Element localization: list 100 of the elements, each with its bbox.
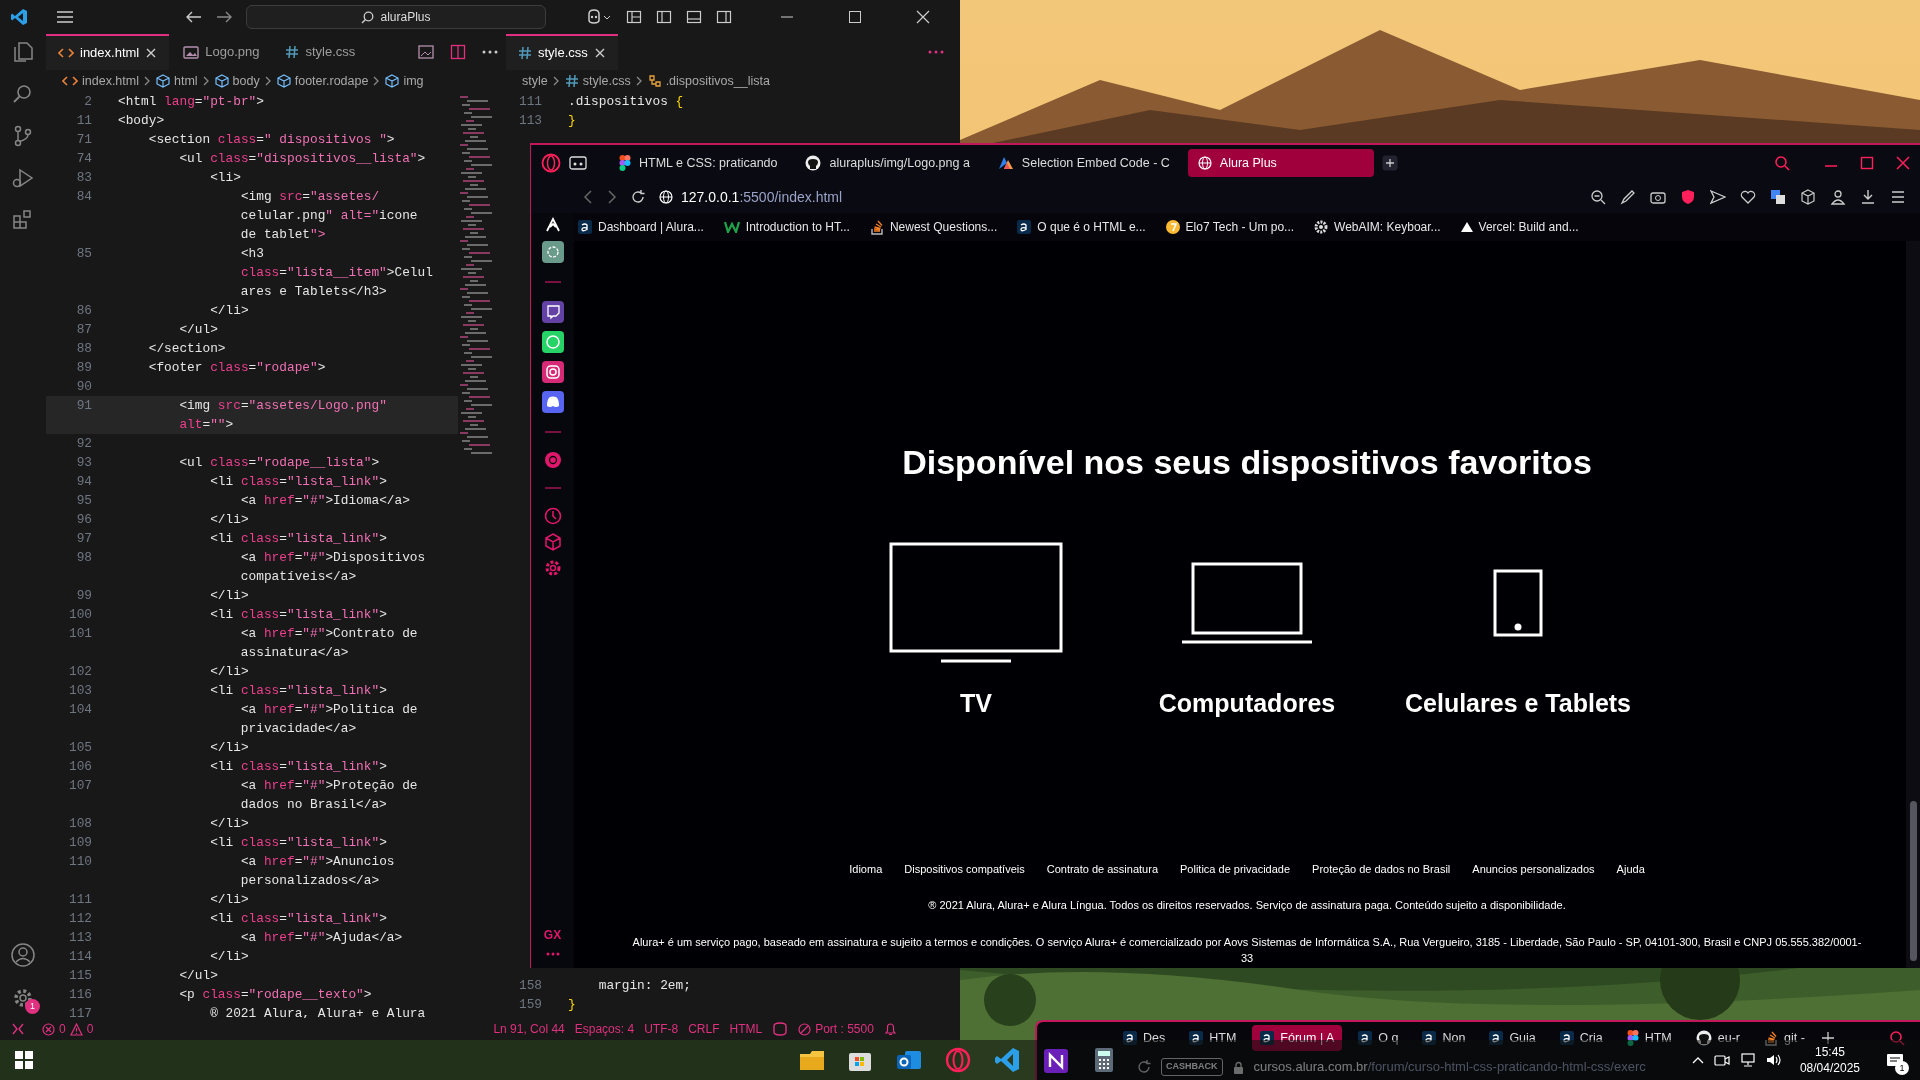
line-number: 100 (67, 606, 92, 624)
code-line: </ul> (178, 321, 218, 339)
bookmark[interactable]: Elo7 Tech - Um po... (1185, 218, 1295, 236)
code-line: celular.png" alt="icone (239, 207, 418, 225)
code-line: <li class="lista_link"> (209, 758, 387, 776)
line-number: 83 (75, 169, 92, 187)
breadcrumb-item[interactable]: footer.rodape (294, 71, 369, 91)
browser-tab[interactable]: Non (1414, 1025, 1474, 1051)
code-line: </section> (147, 340, 226, 358)
line-number: 99 (75, 587, 92, 605)
breadcrumb-item[interactable]: index.html (82, 71, 139, 91)
browser-tab[interactable]: Selection Embed Code - C (987, 149, 1180, 177)
browser-tab[interactable]: Alura Plus (1187, 149, 1374, 177)
line-number: 102 (67, 663, 92, 681)
breadcrumb-item[interactable]: img (403, 71, 424, 91)
editor-tab[interactable]: index.html (46, 34, 170, 70)
code-line: <a href="#">Anuncios (239, 853, 395, 871)
line-number: 111 (67, 891, 92, 909)
error-count[interactable]: 0 (59, 1020, 66, 1038)
footer-link[interactable]: Idioma (849, 860, 883, 877)
status-item[interactable]: HTML (729, 1020, 763, 1038)
bookmark[interactable]: Dashboard | Alura... (598, 218, 704, 236)
bookmark[interactable]: WebAIM: Keyboar... (1334, 218, 1441, 236)
footer-link[interactable]: Contrato de assinatura (1046, 860, 1158, 877)
status-item[interactable]: Ln 91, Col 44 (493, 1020, 565, 1038)
browser-tab[interactable]: Fórum | A (1252, 1025, 1343, 1051)
footer-link[interactable]: Proteção de dados no Brasil (1312, 860, 1451, 877)
line-number: 108 (67, 815, 92, 833)
browser-tab[interactable]: Guia (1481, 1025, 1544, 1051)
browser-tab[interactable]: Des (1115, 1025, 1174, 1051)
code-line: <li class="lista_link"> (209, 530, 387, 548)
footer-link[interactable]: Anuncios personalizados (1472, 860, 1595, 877)
code-line: assinatura</a> (239, 644, 349, 662)
line-number: 88 (75, 340, 92, 358)
address-field[interactable]: cursos.alura.com.br/forum/curso-html-css-praticando-html-css/exerc (1253, 1057, 1646, 1077)
code-line: } (567, 112, 576, 130)
line-number: 91 (75, 397, 92, 415)
line-number: 96 (75, 511, 92, 529)
status-item[interactable]: UTF-8 (644, 1020, 679, 1038)
line-number: 104 (67, 701, 92, 719)
footer-link[interactable]: Ajuda (1616, 860, 1645, 877)
browser-tab[interactable]: Cria (1551, 1025, 1611, 1051)
code-line: </li> (209, 815, 249, 833)
browser-tab[interactable]: HTM (1618, 1025, 1680, 1051)
warning-count[interactable]: 0 (86, 1020, 94, 1038)
code-line: margin: 2em; (597, 977, 691, 995)
line-number: 74 (75, 150, 92, 168)
editor-tab[interactable]: style.css (273, 34, 368, 70)
browser-tab[interactable]: eu-r (1687, 1025, 1748, 1051)
footer-link[interactable]: Dispositivos compatíveis (904, 860, 1025, 877)
cashback-badge[interactable]: CASHBACK (1161, 1058, 1223, 1076)
editor-tab[interactable]: style.css (506, 34, 618, 70)
notification-badge: 1 (25, 999, 40, 1014)
status-item[interactable]: Port : 5500 (815, 1020, 874, 1038)
bookmark[interactable]: O que é o HTML e... (1037, 218, 1146, 236)
code-line: </li> (209, 511, 249, 529)
browser-tab[interactable]: aluraplus/img/Logo.png a (795, 149, 980, 177)
line-number: 98 (75, 549, 92, 567)
line-number: 11 (75, 112, 92, 130)
browser-tab[interactable]: O q (1350, 1025, 1407, 1051)
code-line: <ul class="dispositivos__lista"> (178, 150, 426, 168)
line-number: 114 (67, 948, 92, 966)
bookmark[interactable]: Vercel: Build and... (1478, 218, 1579, 236)
line-number: 93 (75, 454, 92, 472)
gx-label[interactable]: GX (543, 926, 562, 944)
bookmark[interactable]: Introduction to HT... (745, 218, 850, 236)
copyright-text: ® 2021 Alura, Alura+ e Alura Língua. Todos os direitos reservados. Serviço de assinatura paga. Conteúdo sujeito a disponibilidade. (928, 898, 1566, 913)
code-line: </li> (209, 891, 249, 909)
code-line: <a href="#">Dispositivos (239, 549, 426, 567)
breadcrumb-item[interactable]: style (522, 71, 548, 91)
breadcrumb-item[interactable]: body (232, 71, 260, 91)
breadcrumb-item[interactable]: html (174, 71, 198, 91)
code-line: alt=""> (178, 416, 234, 434)
line-number: 84 (75, 188, 92, 206)
legal-text: Alura+ é um serviço pago, baseado em assinatura e sujeito a termos e condições. O serviço Alura+ é comercializado por Aovs Sistemas de Informática S.A., Rua Vergueiro, 3185 - Liberdade, São Paulo - SP, 04101-300, Brasil e CNPJ 05.555.382/0001-33 (631, 934, 1863, 966)
bookmark[interactable]: Newest Questions... (889, 218, 998, 236)
code-line: <section class=" dispositivos "> (147, 131, 395, 149)
breadcrumb-item[interactable]: .dispositivos__lista (665, 71, 770, 91)
line-number: 89 (75, 359, 92, 377)
editor-tab[interactable]: Logo.png (171, 34, 272, 70)
line-number: 113 (67, 929, 92, 947)
browser-tab[interactable]: HTM (1181, 1025, 1245, 1051)
line-number: 97 (75, 530, 92, 548)
status-item[interactable]: CRLF (688, 1020, 720, 1038)
code-line: compatíveis</a> (239, 568, 357, 586)
address-field[interactable]: 127.0.0.1:5500/index.html (681, 186, 843, 208)
breadcrumb-item[interactable]: style.css (582, 71, 631, 91)
footer-link[interactable]: Politica de privacidade (1180, 860, 1291, 877)
line-number: 101 (67, 625, 92, 643)
line-number: 92 (75, 435, 92, 453)
status-item[interactable]: Espaços: 4 (574, 1020, 635, 1038)
code-line: <li class="lista_link"> (209, 910, 387, 928)
browser-tab[interactable]: HTML e CSS: praticando (609, 149, 788, 177)
line-number: 116 (67, 986, 92, 1004)
search-field[interactable]: aluraPlus (246, 5, 546, 29)
code-line: <img src="assetes/ (239, 188, 380, 206)
clock-date[interactable]: 08/04/2025 (1799, 1060, 1860, 1076)
code-line: <a href="#">Idioma</a> (239, 492, 410, 510)
code-line: <a href="#">Ajuda</a> (239, 929, 403, 947)
code-line: de tablet"> (239, 226, 326, 244)
